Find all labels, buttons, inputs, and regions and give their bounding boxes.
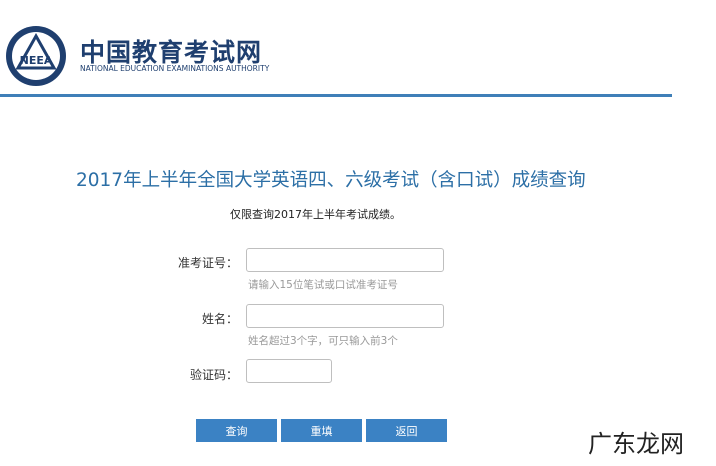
watermark-text: 广东龙网 — [588, 430, 684, 458]
header-divider — [0, 94, 672, 97]
query-button[interactable]: 查询 — [196, 419, 277, 442]
ticket-number-input[interactable] — [246, 248, 444, 272]
captcha-input[interactable] — [246, 359, 332, 383]
name-input[interactable] — [246, 304, 444, 328]
ticket-number-label: 准考证号： — [177, 256, 238, 270]
back-button[interactable]: 返回 — [366, 419, 447, 442]
query-notice: 仅限查询2017年上半年考试成绩。 — [230, 208, 401, 221]
page-title: 2017年上半年全国大学英语四、六级考试（含口试）成绩查询 — [76, 170, 586, 191]
name-hint: 姓名超过3个字，可只输入前3个 — [248, 335, 398, 347]
reset-button[interactable]: 重填 — [281, 419, 362, 442]
site-header: NEEA 中国教育考试网 NATIONAL EDUCATION EXAMINAT… — [0, 0, 672, 96]
ticket-number-hint: 请输入15位笔试或口试准考证号 — [248, 279, 398, 291]
emblem-text: NEEA — [20, 54, 53, 67]
name-label: 姓名： — [201, 312, 238, 326]
neea-emblem-icon: NEEA — [6, 26, 66, 86]
site-logo-subtitle: NATIONAL EDUCATION EXAMINATIONS AUTHORIT… — [80, 64, 270, 73]
captcha-label: 验证码： — [189, 368, 238, 382]
